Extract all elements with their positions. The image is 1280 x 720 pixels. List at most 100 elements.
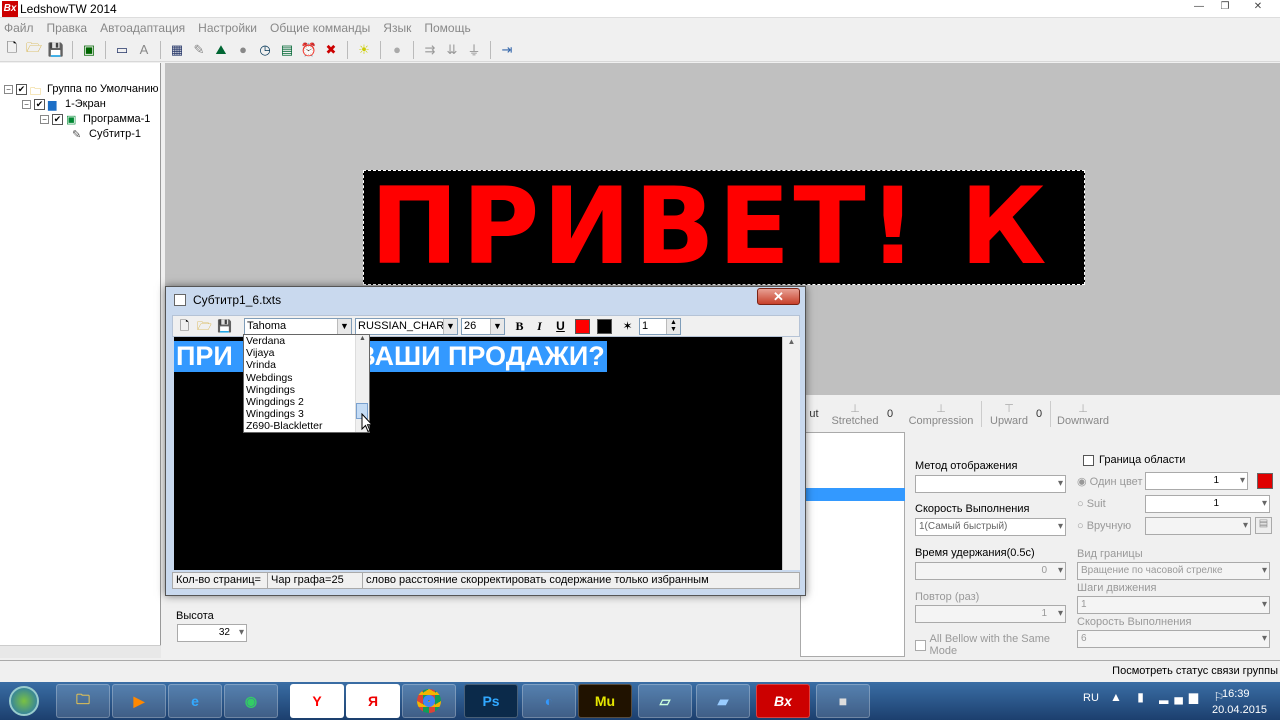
browse-icon[interactable]: ▤ [1255, 517, 1272, 534]
frames-list-selected-row[interactable] [805, 488, 905, 501]
collapse-icon[interactable]: − [22, 99, 31, 109]
paint-icon[interactable]: ▰ [696, 684, 750, 718]
steps-select[interactable]: 1 [1077, 596, 1270, 614]
edit-icon[interactable]: ✎ [190, 41, 208, 59]
ledshow-taskbar-icon[interactable]: Bx [756, 684, 810, 718]
new-file-icon[interactable]: 🗋 [3, 40, 21, 59]
window-icon[interactable]: ▭ [113, 41, 131, 59]
collapse-icon[interactable]: − [40, 114, 49, 124]
image-icon[interactable]: ⛰ [212, 41, 230, 59]
editor-vscrollbar[interactable]: ▲ [782, 337, 800, 570]
effect-stretched[interactable]: ⊥ Stretched [827, 402, 883, 427]
text-icon[interactable]: A [135, 41, 153, 59]
open-folder-icon[interactable]: 🗁 [25, 40, 43, 59]
counter-icon[interactable]: ▤ [278, 41, 296, 59]
tree-item-screen[interactable]: − ✔ ▆ 1-Экран [22, 98, 106, 111]
speed-select[interactable]: 1(Самый быстрый) [915, 518, 1066, 536]
photoshop-icon[interactable]: Ps [464, 684, 518, 718]
font-option[interactable]: Wingdings [244, 384, 369, 396]
menu-edit[interactable]: Правка [47, 21, 88, 35]
border-speed-select[interactable]: 6 [1077, 630, 1270, 648]
usb-icon[interactable]: ⏚ [465, 41, 483, 59]
border-checkbox[interactable]: Граница области [1083, 454, 1185, 466]
camera-icon[interactable]: ■ [816, 684, 870, 718]
menu-help[interactable]: Помощь [424, 21, 470, 35]
checkbox-icon[interactable] [915, 639, 926, 651]
delete-icon[interactable]: ✖ [322, 41, 340, 59]
letter-spacing-icon[interactable]: ✶ [619, 318, 636, 335]
one-color-border-select[interactable]: 1 [1145, 472, 1248, 490]
clock-time[interactable]: 16:39 [1222, 688, 1250, 700]
font-size-select[interactable]: 26 ▼ [461, 318, 505, 335]
font-select[interactable]: Tahoma ▼ [244, 318, 352, 335]
font-option[interactable]: Wingdings 3 [244, 408, 369, 420]
restore-button[interactable]: ❐ [1212, 0, 1238, 14]
checkbox-checked-icon[interactable]: ✔ [52, 113, 63, 125]
clock-icon[interactable]: ◷ [256, 41, 274, 59]
hold-time-spinner[interactable]: 0 [915, 562, 1066, 580]
editor-selected-text[interactable]: ПРИ АК ВАШИ ПРОДАЖИ? [174, 341, 607, 372]
radio-suit[interactable]: ○ Suit [1077, 498, 1106, 510]
frames-list[interactable] [800, 432, 905, 657]
effect-compression[interactable]: ⊥ Compression [905, 402, 977, 427]
language-indicator[interactable]: RU [1083, 692, 1099, 704]
chrome-icon[interactable] [402, 684, 456, 718]
new-file-icon[interactable]: 🗋 [176, 318, 193, 335]
download-icon[interactable]: ⇊ [443, 41, 461, 59]
dialog-close-button[interactable]: ✕ [757, 288, 800, 305]
grid-icon[interactable]: ▦ [168, 41, 186, 59]
screens-icon[interactable]: ▣ [80, 41, 98, 59]
effect-cut-label[interactable]: ut [805, 408, 823, 420]
italic-button[interactable]: I [531, 318, 548, 335]
tray-icons[interactable]: ▲ ▮ ▂▄▆ ⚐ [1110, 690, 1230, 704]
height-spinner[interactable]: 32 [177, 624, 247, 642]
effect-upward[interactable]: ⊤ Upward [986, 402, 1032, 427]
font-option[interactable]: Verdana [244, 335, 369, 347]
suit-border-select[interactable]: 1 [1145, 495, 1270, 513]
border-type-select[interactable]: Вращение по часовой стрелке [1077, 562, 1270, 580]
tree-item-subtitle[interactable]: ✎ Субтитр-1 [72, 128, 141, 141]
manual-border-field[interactable] [1145, 517, 1251, 535]
yandex-icon[interactable]: Y [290, 684, 344, 718]
save-icon[interactable]: 💾 [216, 318, 233, 335]
font-option[interactable]: Vrinda [244, 359, 369, 371]
exit-icon[interactable]: ⇥ [498, 41, 516, 59]
record-icon[interactable]: ● [388, 41, 406, 59]
spinner-arrows-icon[interactable]: ▲ ▼ [666, 319, 680, 334]
spacing-spinner[interactable]: 1 ▲ ▼ [639, 318, 681, 335]
menu-autoadapt[interactable]: Автоадаптация [100, 21, 185, 35]
open-folder-icon[interactable]: 🗁 [196, 318, 213, 335]
collapse-icon[interactable]: − [4, 84, 13, 94]
font-option[interactable]: Wingdings 2 [244, 396, 369, 408]
checkbox-checked-icon[interactable]: ✔ [34, 98, 45, 110]
font-option[interactable]: Vijaya [244, 347, 369, 359]
start-button[interactable] [2, 682, 46, 720]
scroll-up-icon[interactable]: ▲ [356, 335, 369, 342]
charset-select[interactable]: RUSSIAN_CHARSE ▼ [355, 318, 458, 335]
close-button[interactable]: ✕ [1240, 0, 1276, 14]
border-color-swatch[interactable] [1257, 473, 1273, 489]
send-icon[interactable]: ⇉ [421, 41, 439, 59]
tree-hscrollbar[interactable] [0, 645, 161, 658]
clock-date[interactable]: 20.04.2015 [1212, 704, 1267, 716]
internet-explorer-icon[interactable]: e [168, 684, 222, 718]
notepad-icon[interactable]: ▱ [638, 684, 692, 718]
muse-icon[interactable]: Mu [578, 684, 632, 718]
led-preview-area[interactable]: ПРИВЕТ! К [363, 170, 1085, 285]
checkbox-checked-icon[interactable]: ✔ [16, 83, 27, 95]
yandex-browser-icon[interactable]: Я [346, 684, 400, 718]
chevron-down-icon[interactable]: ▼ [337, 319, 351, 334]
brightness-icon[interactable]: ☀ [355, 41, 373, 59]
scroll-up-icon[interactable]: ▲ [783, 337, 800, 346]
menu-language[interactable]: Язык [383, 21, 411, 35]
radio-manual[interactable]: ○ Вручную [1077, 520, 1131, 532]
menu-settings[interactable]: Настройки [198, 21, 257, 35]
video-icon[interactable]: ● [234, 41, 252, 59]
font-option[interactable]: Webdings [244, 372, 369, 384]
minimize-button[interactable]: — [1186, 0, 1212, 14]
fore-color-swatch[interactable] [575, 319, 590, 334]
chevron-down-icon[interactable]: ▼ [443, 319, 457, 334]
all-below-checkbox[interactable]: All Bellow with the Same Mode [915, 633, 1073, 657]
chevron-down-icon[interactable]: ▼ [490, 319, 504, 334]
save-icon[interactable]: 💾 [47, 41, 65, 59]
